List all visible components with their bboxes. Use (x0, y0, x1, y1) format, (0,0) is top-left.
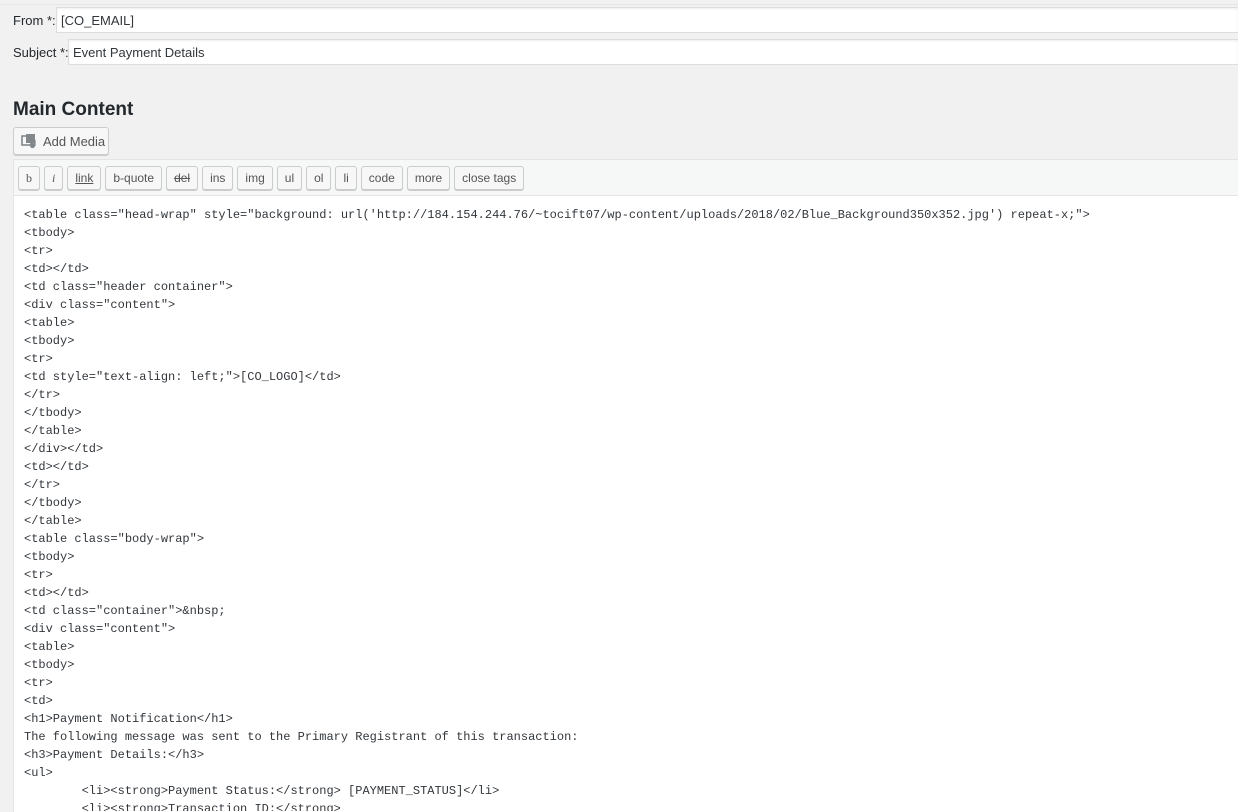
code-line: </tr> (24, 388, 61, 402)
code-line: </tr> (24, 478, 61, 492)
subject-input[interactable] (68, 39, 1238, 65)
code-line: <tbody> (24, 226, 75, 240)
code-line: <tr> (24, 352, 53, 366)
code-line: <div class="content"> (24, 298, 176, 312)
code-line: <table> (24, 316, 75, 330)
code-line: <td> (24, 694, 53, 708)
code-line: </div></td> (24, 442, 104, 456)
toolbar-button-ul[interactable]: ul (276, 166, 303, 190)
toolbar-button-b[interactable]: b (18, 166, 40, 190)
code-line: <div class="content"> (24, 622, 176, 636)
code-line: <table class="head-wrap" style="backgrou… (24, 208, 1090, 222)
code-line: <li><strong>Transaction ID:</strong> (24, 802, 341, 811)
from-row: From *: (0, 7, 1238, 33)
code-line: <tr> (24, 568, 53, 582)
code-line: <td class="header container"> (24, 280, 233, 294)
toolbar-button-ins[interactable]: ins (202, 166, 234, 190)
subject-row: Subject *: (0, 39, 1238, 65)
code-line: </table> (24, 424, 82, 438)
code-line: <tbody> (24, 550, 75, 564)
code-line: <tbody> (24, 658, 75, 672)
code-line: The following message was sent to the Pr… (24, 730, 579, 744)
toolbar-button-img[interactable]: img (237, 166, 273, 190)
toolbar-button-more[interactable]: more (406, 166, 451, 190)
code-line: </table> (24, 514, 82, 528)
code-line: <li><strong>Payment Status:</strong> [PA… (24, 784, 500, 798)
code-line: <tbody> (24, 334, 75, 348)
code-line: <td class="container">&nbsp; (24, 604, 226, 618)
toolbar-button-link[interactable]: link (67, 166, 102, 190)
code-line: <table class="body-wrap"> (24, 532, 205, 546)
code-line: <td></td> (24, 262, 89, 276)
code-line: <td style="text-align: left;">[CO_LOGO]<… (24, 370, 341, 384)
code-line: <table> (24, 640, 75, 654)
add-media-label: Add Media (43, 133, 106, 149)
from-input[interactable] (56, 7, 1238, 33)
code-line: <td></td> (24, 460, 89, 474)
code-line: <h3>Payment Details:</h3> (24, 748, 205, 762)
html-editor: b i link b-quote del ins img ul ol li code more clos… (13, 159, 1238, 812)
toolbar-button-code[interactable]: code (360, 166, 403, 190)
code-line: <h1>Payment Notification</h1> (24, 712, 233, 726)
code-line: <tr> (24, 676, 53, 690)
code-line: <ul> (24, 766, 53, 780)
quicktags-toolbar: b i link b-quote del ins img ul ol li code more clos… (14, 160, 1238, 196)
subject-label: Subject *: (13, 45, 69, 60)
media-icon (21, 133, 37, 149)
code-line: <td></td> (24, 586, 89, 600)
main-content-title: Main Content (13, 99, 134, 120)
toolbar-button-li[interactable]: li (335, 166, 357, 190)
toolbar-button-ol[interactable]: ol (306, 166, 332, 190)
code-textarea[interactable]: <table class="head-wrap" style="backgrou… (14, 196, 1238, 811)
from-label: From *: (13, 13, 56, 28)
toolbar-button-close-tags[interactable]: close tags (454, 166, 525, 190)
add-media-button[interactable]: Add Media (13, 127, 109, 155)
toolbar-button-b-quote[interactable]: b-quote (105, 166, 163, 190)
code-line: </tbody> (24, 406, 82, 420)
top-divider (0, 0, 1238, 5)
toolbar-button-i[interactable]: i (44, 166, 64, 190)
code-line: </tbody> (24, 496, 82, 510)
toolbar-button-del[interactable]: del (166, 166, 199, 190)
code-line: <tr> (24, 244, 53, 258)
